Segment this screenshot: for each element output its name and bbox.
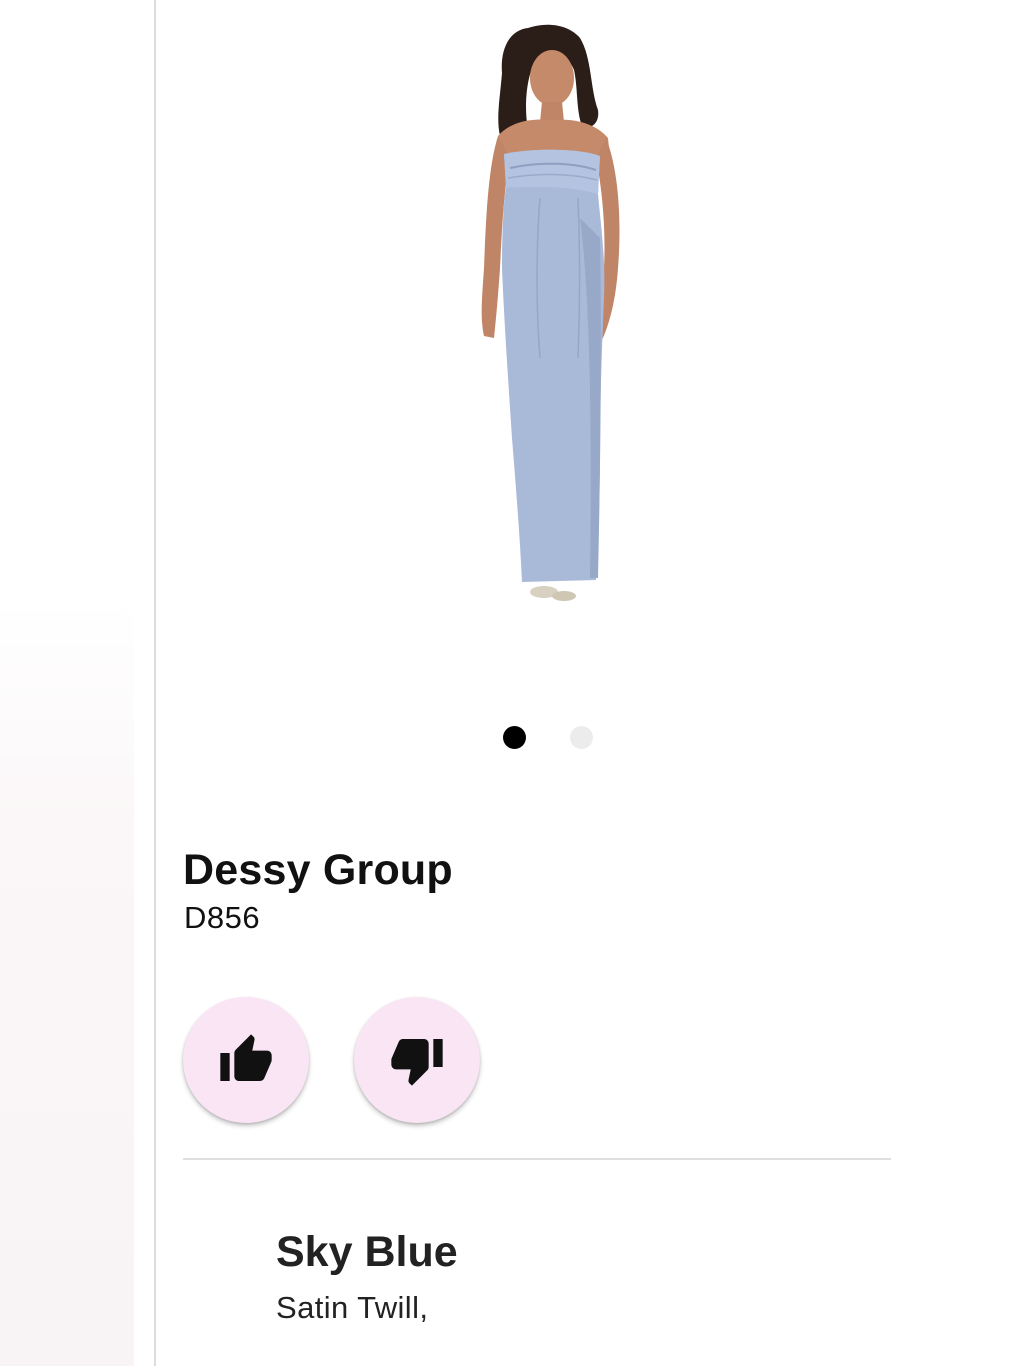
section-divider [183,1158,891,1160]
dress [502,149,605,582]
thumbs-down-icon [391,1039,443,1086]
carousel-dot-2[interactable] [570,726,593,749]
left-side-panel [0,0,155,1366]
product-detail-page: Dessy Group D856 Sky Blue Satin Twill, [0,0,1025,1366]
dislike-button[interactable] [354,997,480,1123]
fabric-name: Satin Twill, [276,1290,429,1325]
model-neck [540,102,564,122]
left-panel-edge [134,600,155,1366]
thumbs-up-icon [220,1034,272,1081]
like-button[interactable] [183,997,309,1123]
brand-name: Dessy Group [183,846,453,894]
color-name: Sky Blue [276,1228,458,1276]
product-image[interactable] [440,18,660,608]
model-face [530,50,574,106]
vertical-divider [154,0,156,1366]
style-code: D856 [184,900,261,935]
carousel-dot-1[interactable] [503,726,526,749]
model-shoe-right [552,591,576,601]
